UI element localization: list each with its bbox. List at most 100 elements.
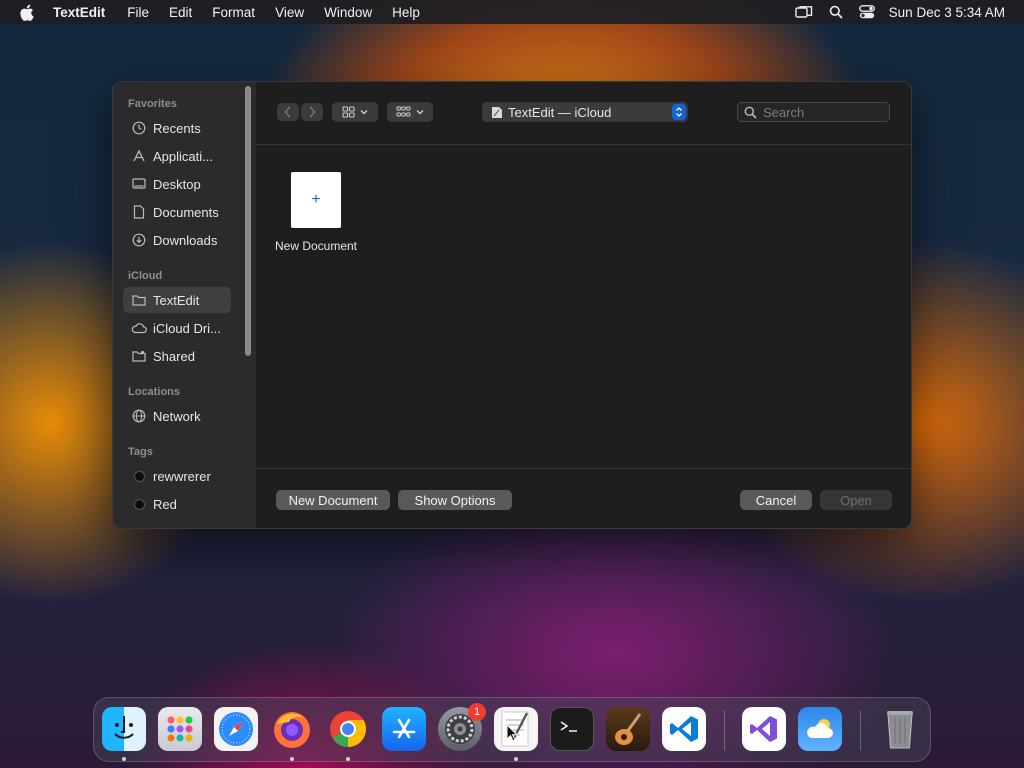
sidebar-item-label: Network xyxy=(153,408,201,424)
show-options-button[interactable]: Show Options xyxy=(398,490,512,510)
sidebar-item-applications[interactable]: Applicati... xyxy=(123,143,231,169)
cancel-button[interactable]: Cancel xyxy=(740,490,812,510)
cloud-icon xyxy=(131,320,147,336)
sidebar-item-label: Downloads xyxy=(153,232,218,248)
new-document-tile[interactable]: + xyxy=(291,172,341,228)
sidebar-section-locations: Locations xyxy=(128,386,180,398)
garageband-icon[interactable] xyxy=(606,707,650,751)
dock-separator xyxy=(724,710,725,750)
mouse-cursor-icon xyxy=(506,723,519,747)
new-document-tile-label[interactable]: New Document xyxy=(256,239,376,253)
trash-icon[interactable] xyxy=(878,707,922,751)
sidebar-item-tag-rewwrerer[interactable]: rewwrerer xyxy=(123,463,231,489)
sidebar: Favorites Recents Applicati... Desktop D… xyxy=(113,82,256,528)
firefox-icon[interactable] xyxy=(270,707,314,751)
dialog-toolbar: TextEdit — iCloud xyxy=(256,82,911,145)
sidebar-item-label: Red xyxy=(153,496,177,512)
weather-icon[interactable] xyxy=(798,707,842,751)
spotlight-search-icon[interactable] xyxy=(829,5,843,19)
view-mode-button[interactable] xyxy=(332,102,378,122)
sidebar-item-shared[interactable]: Shared xyxy=(123,343,231,369)
sidebar-item-label: Documents xyxy=(153,204,219,220)
vscode-icon[interactable] xyxy=(662,707,706,751)
desktop-icon xyxy=(131,176,147,192)
visual-studio-icon[interactable] xyxy=(742,707,786,751)
location-popup[interactable]: TextEdit — iCloud xyxy=(482,102,688,122)
sidebar-item-desktop[interactable]: Desktop xyxy=(123,171,231,197)
location-label: TextEdit — iCloud xyxy=(508,104,612,120)
apple-menu-icon[interactable] xyxy=(17,3,35,21)
sidebar-item-label: Applicati... xyxy=(153,148,213,164)
menu-format[interactable]: Format xyxy=(212,5,255,20)
tag-dot-icon xyxy=(131,468,147,484)
sidebar-item-tag-red[interactable]: Red xyxy=(123,491,231,517)
open-dialog: Favorites Recents Applicati... Desktop D… xyxy=(112,81,912,529)
sidebar-item-label: iCloud Dri... xyxy=(153,320,221,336)
clock[interactable]: Sun Dec 3 5:34 AM xyxy=(889,5,1005,20)
running-indicator xyxy=(346,757,350,761)
textedit-document-icon xyxy=(491,106,503,119)
sidebar-item-label: rewwrerer xyxy=(153,468,211,484)
plus-icon: + xyxy=(311,191,321,208)
dock-separator xyxy=(860,710,861,750)
sidebar-item-label: Desktop xyxy=(153,176,201,192)
file-browser: TextEdit — iCloud + New Document New Doc… xyxy=(256,82,911,528)
menu-edit[interactable]: Edit xyxy=(169,5,192,20)
menu-view[interactable]: View xyxy=(275,5,304,20)
menu-help[interactable]: Help xyxy=(392,5,420,20)
document-icon xyxy=(131,204,147,220)
chevron-down-icon xyxy=(360,110,368,115)
menu-window[interactable]: Window xyxy=(324,5,372,20)
clock-icon xyxy=(131,120,147,136)
folder-icon xyxy=(131,292,147,308)
menu-file[interactable]: File xyxy=(127,5,149,20)
sidebar-scrollbar[interactable] xyxy=(245,86,251,356)
dialog-footer: New Document Show Options Cancel Open xyxy=(256,468,911,528)
group-by-button[interactable] xyxy=(387,102,433,122)
open-button[interactable]: Open xyxy=(820,490,892,510)
globe-icon xyxy=(131,408,147,424)
menu-app-name[interactable]: TextEdit xyxy=(53,5,105,20)
chevron-right-icon xyxy=(309,106,316,118)
shared-folder-icon xyxy=(131,348,147,364)
running-indicator xyxy=(290,757,294,761)
sidebar-item-documents[interactable]: Documents xyxy=(123,199,231,225)
menu-bar: TextEdit File Edit Format View Window He… xyxy=(0,0,1024,24)
sidebar-item-label: Recents xyxy=(153,120,201,136)
search-icon xyxy=(744,106,757,119)
sidebar-section-icloud: iCloud xyxy=(128,270,163,282)
forward-button[interactable] xyxy=(301,103,323,121)
sidebar-item-downloads[interactable]: Downloads xyxy=(123,227,231,253)
sidebar-section-tags: Tags xyxy=(128,446,153,458)
running-indicator xyxy=(514,757,518,761)
sidebar-item-label: Shared xyxy=(153,348,195,364)
status-area: Sun Dec 3 5:34 AM xyxy=(779,0,1005,24)
chevron-down-icon xyxy=(416,110,424,115)
terminal-icon[interactable] xyxy=(550,707,594,751)
group-grid-icon xyxy=(396,106,411,117)
notification-badge: 1 xyxy=(468,703,486,721)
launchpad-icon[interactable] xyxy=(158,707,202,751)
applications-icon xyxy=(131,148,147,164)
sidebar-item-icloud-drive[interactable]: iCloud Dri... xyxy=(123,315,231,341)
back-button[interactable] xyxy=(277,103,299,121)
safari-icon[interactable] xyxy=(214,707,258,751)
running-indicator xyxy=(122,757,126,761)
control-center-icon[interactable] xyxy=(858,5,875,19)
grid-view-icon xyxy=(342,106,355,118)
new-document-button[interactable]: New Document xyxy=(276,490,390,510)
screen-mirroring-icon[interactable] xyxy=(794,5,813,19)
up-down-stepper-icon xyxy=(672,104,686,120)
chrome-icon[interactable] xyxy=(326,707,370,751)
tag-dot-icon xyxy=(131,496,147,512)
sidebar-section-favorites: Favorites xyxy=(128,98,177,110)
chevron-left-icon xyxy=(284,106,291,118)
finder-icon[interactable] xyxy=(102,707,146,751)
sidebar-item-textedit[interactable]: TextEdit xyxy=(123,287,231,313)
search-input[interactable] xyxy=(763,104,878,120)
app-store-icon[interactable] xyxy=(382,707,426,751)
sidebar-item-label: TextEdit xyxy=(153,292,200,308)
search-field[interactable] xyxy=(737,102,890,122)
sidebar-item-network[interactable]: Network xyxy=(123,403,231,429)
sidebar-item-recents[interactable]: Recents xyxy=(123,115,231,141)
